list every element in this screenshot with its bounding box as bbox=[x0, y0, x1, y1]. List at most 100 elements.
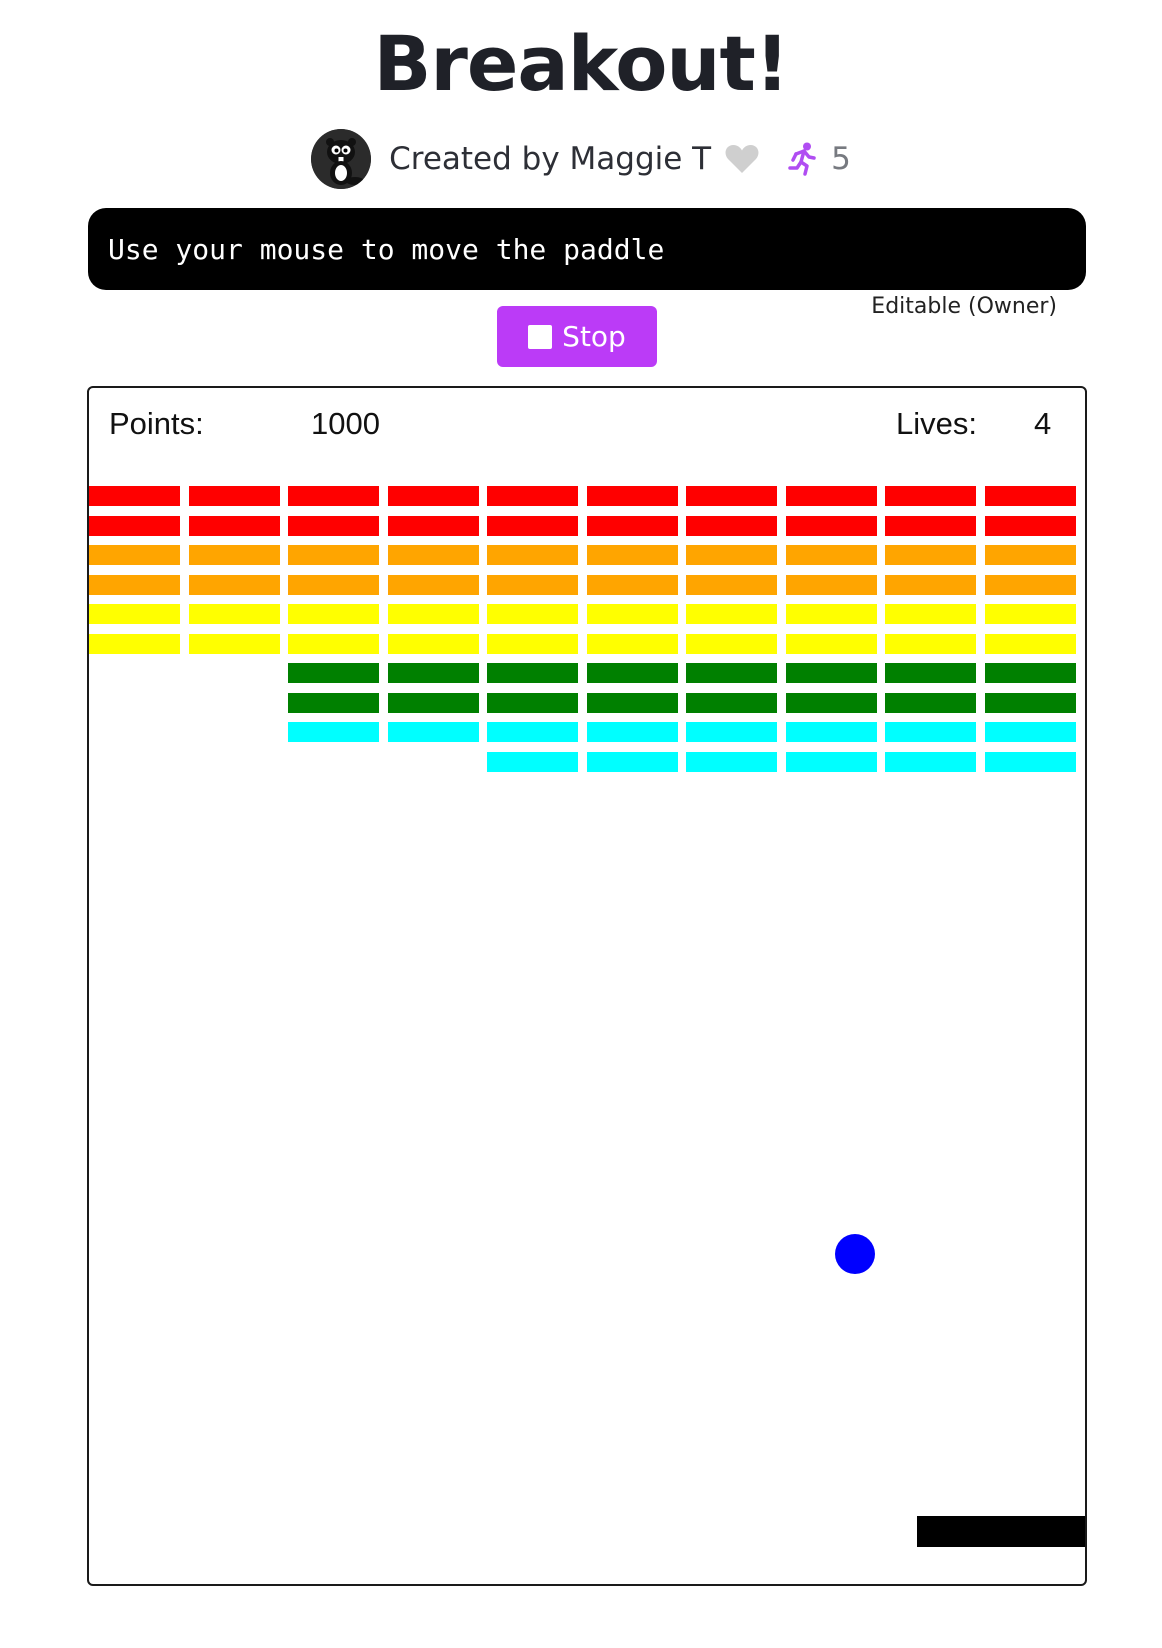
brick bbox=[686, 486, 777, 506]
brick bbox=[885, 692, 976, 713]
brick bbox=[586, 633, 678, 654]
brick bbox=[89, 545, 180, 565]
heart-icon[interactable] bbox=[725, 144, 759, 174]
brick bbox=[288, 486, 379, 506]
brick bbox=[785, 515, 877, 536]
brick bbox=[387, 692, 479, 713]
brick bbox=[188, 515, 280, 536]
running-person-icon bbox=[787, 142, 819, 176]
brick bbox=[586, 604, 678, 624]
ball bbox=[835, 1234, 875, 1274]
brick bbox=[785, 751, 877, 772]
stop-button-label: Stop bbox=[562, 320, 626, 353]
brick bbox=[586, 722, 678, 742]
brick bbox=[984, 663, 1076, 683]
brick bbox=[586, 663, 678, 683]
play-count: 5 bbox=[831, 141, 851, 177]
brick bbox=[785, 604, 877, 624]
brick bbox=[885, 604, 976, 624]
brick bbox=[487, 692, 578, 713]
brick bbox=[785, 486, 877, 506]
brick bbox=[487, 574, 578, 595]
paddle[interactable] bbox=[917, 1516, 1085, 1547]
brick bbox=[387, 515, 479, 536]
brick bbox=[188, 545, 280, 565]
brick bbox=[487, 722, 578, 742]
author-avatar[interactable] bbox=[311, 129, 372, 189]
brick bbox=[686, 515, 777, 536]
brick bbox=[89, 604, 180, 624]
brick bbox=[387, 604, 479, 624]
brick bbox=[686, 692, 777, 713]
brick bbox=[586, 692, 678, 713]
brick bbox=[487, 545, 578, 565]
brick bbox=[188, 633, 280, 654]
brick bbox=[89, 515, 180, 536]
brick bbox=[686, 633, 777, 654]
brick bbox=[288, 692, 379, 713]
game-canvas[interactable]: Points: 1000 Lives: 4 bbox=[87, 386, 1087, 1586]
brick bbox=[387, 574, 479, 595]
brick bbox=[188, 486, 280, 506]
brick bbox=[387, 633, 479, 654]
brick bbox=[686, 545, 777, 565]
brick bbox=[288, 515, 379, 536]
editable-status: Editable (Owner) bbox=[871, 294, 1057, 319]
brick bbox=[984, 633, 1076, 654]
brick bbox=[586, 545, 678, 565]
brick bbox=[984, 751, 1076, 772]
brick bbox=[487, 604, 578, 624]
brick bbox=[586, 574, 678, 595]
brick bbox=[885, 486, 976, 506]
brick bbox=[984, 574, 1076, 595]
author-name[interactable]: Created by Maggie T bbox=[389, 141, 711, 177]
brick bbox=[785, 574, 877, 595]
brick bbox=[885, 751, 976, 772]
brick bbox=[686, 604, 777, 624]
brick bbox=[785, 633, 877, 654]
brick bbox=[885, 545, 976, 565]
brick bbox=[785, 545, 877, 565]
brick bbox=[984, 545, 1076, 565]
brick bbox=[586, 515, 678, 536]
brick bbox=[188, 604, 280, 624]
brick bbox=[288, 722, 379, 742]
brick bbox=[387, 545, 479, 565]
brick bbox=[984, 722, 1076, 742]
brick bbox=[984, 515, 1076, 536]
brick bbox=[785, 663, 877, 683]
brick bbox=[288, 604, 379, 624]
brick bbox=[387, 722, 479, 742]
brick bbox=[288, 663, 379, 683]
brick bbox=[487, 486, 578, 506]
brick bbox=[885, 633, 976, 654]
byline: Created by Maggie T 5 bbox=[0, 128, 1162, 190]
brick bbox=[586, 751, 678, 772]
brick-field bbox=[89, 388, 1085, 1584]
brick bbox=[288, 545, 379, 565]
brick bbox=[785, 692, 877, 713]
brick bbox=[885, 663, 976, 683]
brick bbox=[686, 751, 777, 772]
brick bbox=[984, 604, 1076, 624]
brick bbox=[487, 515, 578, 536]
page-title: Breakout! bbox=[373, 19, 789, 108]
beaver-avatar-icon bbox=[311, 129, 372, 189]
brick bbox=[288, 574, 379, 595]
brick bbox=[387, 663, 479, 683]
brick bbox=[89, 633, 180, 654]
brick bbox=[89, 486, 180, 506]
instructions-banner: Use your mouse to move the paddle bbox=[88, 208, 1086, 290]
brick bbox=[785, 722, 877, 742]
brick bbox=[984, 692, 1076, 713]
brick bbox=[586, 486, 678, 506]
brick bbox=[188, 574, 280, 595]
brick bbox=[686, 722, 777, 742]
brick bbox=[686, 663, 777, 683]
stop-icon bbox=[528, 324, 553, 349]
brick bbox=[487, 663, 578, 683]
brick bbox=[686, 574, 777, 595]
brick bbox=[487, 633, 578, 654]
stop-button[interactable]: Stop bbox=[497, 306, 657, 367]
brick bbox=[288, 633, 379, 654]
